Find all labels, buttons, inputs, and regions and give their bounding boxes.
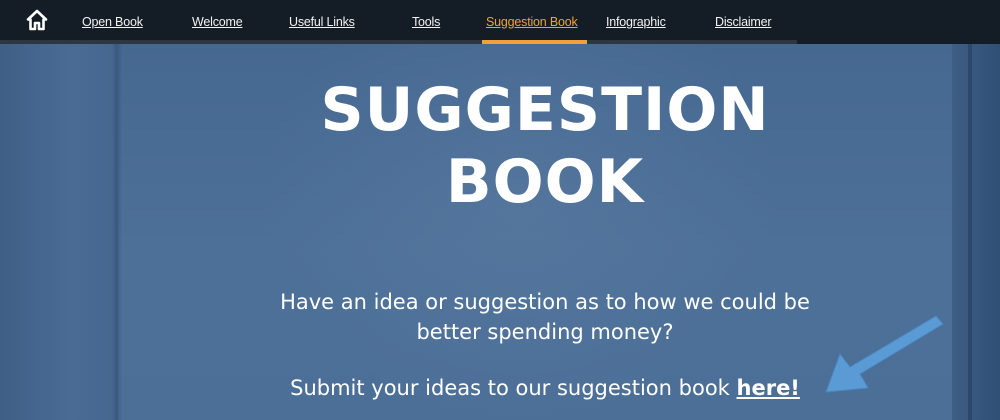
nav-link-useful-links[interactable]: Useful Links [289, 14, 355, 30]
page-title: SUGGESTION BOOK [0, 74, 1000, 218]
suggestion-book-here-link[interactable]: here! [737, 376, 800, 400]
nav-link-suggestion-book[interactable]: Suggestion Book [486, 14, 578, 30]
hero-description: Have an idea or suggestion as to how we … [280, 290, 810, 344]
pointer-arrow-icon [825, 315, 944, 393]
cta-text: Submit your ideas to our suggestion book [290, 376, 737, 400]
active-tab-indicator [482, 40, 587, 44]
nav-link-infographic[interactable]: Infographic [606, 14, 666, 30]
nav-link-disclaimer[interactable]: Disclaimer [715, 14, 772, 30]
home-button[interactable] [26, 9, 48, 31]
home-icon [26, 9, 48, 31]
page-title-line-2: BOOK [445, 147, 645, 217]
page-title-line-1: SUGGESTION [320, 75, 770, 145]
nav-link-tools[interactable]: Tools [412, 14, 440, 30]
top-navigation-bar: Open Book Welcome Useful Links Tools Sug… [0, 0, 1000, 44]
hero-call-to-action: Submit your ideas to our suggestion book… [245, 373, 845, 403]
nav-link-open-book[interactable]: Open Book [82, 14, 143, 30]
nav-underline-strip [0, 40, 797, 44]
nav-link-welcome[interactable]: Welcome [192, 14, 243, 30]
